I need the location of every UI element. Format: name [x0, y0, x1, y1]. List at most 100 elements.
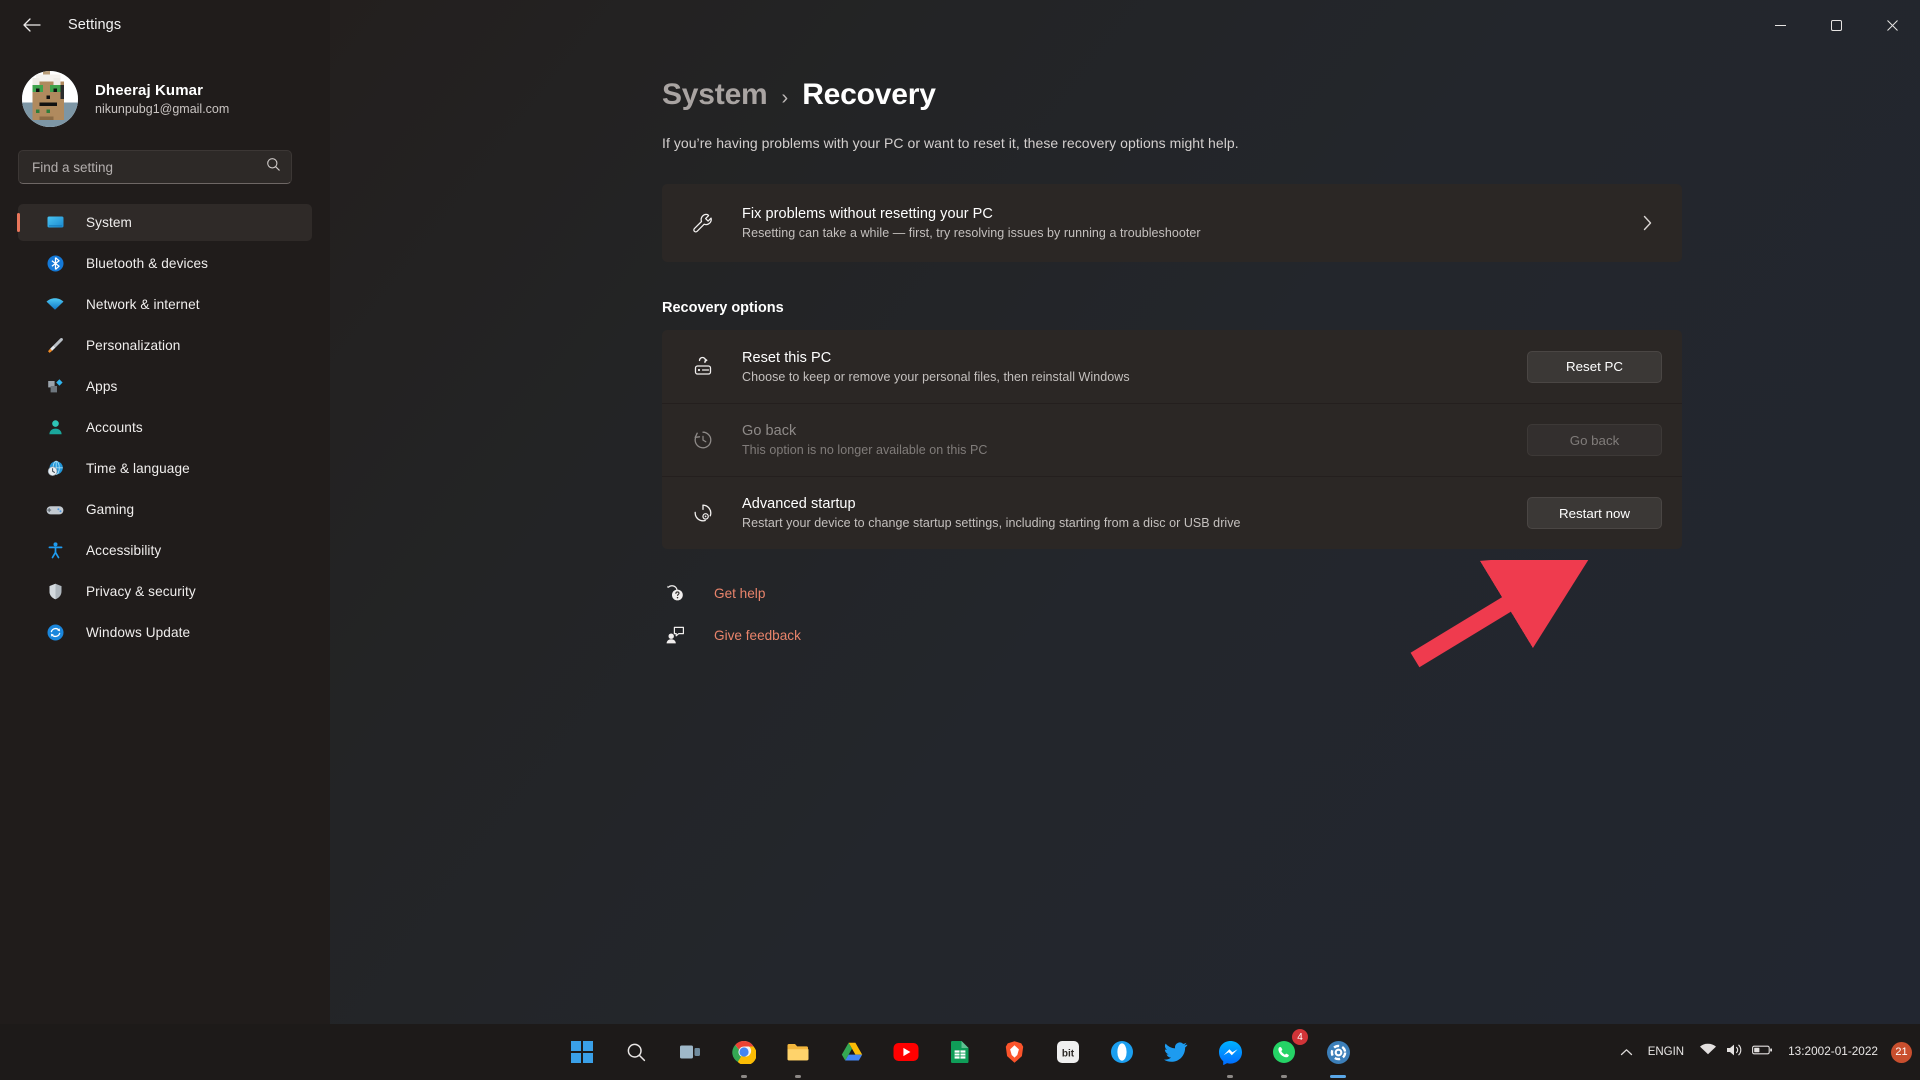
- minimize-button[interactable]: [1752, 0, 1808, 50]
- notification-badge[interactable]: 21: [1891, 1042, 1912, 1063]
- twitter-button[interactable]: [1154, 1030, 1198, 1074]
- update-icon: [44, 622, 66, 644]
- start-button[interactable]: [560, 1030, 604, 1074]
- maximize-button[interactable]: [1808, 0, 1864, 50]
- bit-app-button[interactable]: bit: [1046, 1030, 1090, 1074]
- sidebar-item-bluetooth-devices[interactable]: Bluetooth & devices: [18, 245, 312, 282]
- advanced-startup-icon: [686, 500, 720, 526]
- sidebar-nav: System Bluetooth & devices: [0, 204, 330, 651]
- help-icon: [662, 583, 688, 603]
- youtube-button[interactable]: [884, 1030, 928, 1074]
- breadcrumb-separator: ›: [782, 87, 789, 110]
- profile-name: Dheeraj Kumar: [95, 82, 229, 99]
- brave-browser-button[interactable]: [992, 1030, 1036, 1074]
- google-chrome-button[interactable]: [722, 1030, 766, 1074]
- sidebar-item-windows-update[interactable]: Windows Update: [18, 614, 312, 651]
- recovery-options-group: Reset this PC Choose to keep or remove y…: [330, 330, 1920, 549]
- sidebar-item-label: Bluetooth & devices: [86, 256, 208, 271]
- sidebar-item-apps[interactable]: Apps: [18, 368, 312, 405]
- option-title: Reset this PC: [742, 350, 1527, 366]
- profile-email: nikunpubg1@gmail.com: [95, 102, 229, 116]
- sidebar-item-label: System: [86, 215, 132, 230]
- restart-now-button[interactable]: Restart now: [1527, 497, 1662, 529]
- chevron-up-icon[interactable]: [1613, 1032, 1640, 1072]
- monitor-icon: [44, 212, 66, 234]
- option-row-advanced-startup: Advanced startup Restart your device to …: [662, 476, 1682, 549]
- battery-tray-icon: [1752, 1043, 1773, 1061]
- sidebar-item-personalization[interactable]: Personalization: [18, 327, 312, 364]
- get-help-link[interactable]: Get help: [662, 583, 1920, 603]
- option-row-reset-this-pc: Reset this PC Choose to keep or remove y…: [662, 330, 1682, 403]
- page-subtitle: If you’re having problems with your PC o…: [330, 135, 1920, 151]
- sidebar-item-label: Accounts: [86, 420, 143, 435]
- link-label: Give feedback: [714, 628, 801, 643]
- help-links: Get help Give feedback: [330, 583, 1920, 645]
- file-explorer-button[interactable]: [776, 1030, 820, 1074]
- app-title: Settings: [68, 17, 121, 33]
- sidebar-item-privacy-security[interactable]: Privacy & security: [18, 573, 312, 610]
- settings-app-button[interactable]: [1316, 1030, 1360, 1074]
- breadcrumb-parent[interactable]: System: [662, 78, 768, 112]
- reset-pc-icon: [686, 354, 720, 380]
- search-icon: [266, 157, 281, 177]
- search-taskbar-button[interactable]: [614, 1030, 658, 1074]
- history-icon: [686, 427, 720, 453]
- sidebar-item-label: Accessibility: [86, 543, 161, 558]
- fix-problems-title: Fix problems without resetting your PC: [742, 206, 1632, 222]
- person-icon: [44, 417, 66, 439]
- sidebar-item-accounts[interactable]: Accounts: [18, 409, 312, 446]
- chevron-right-icon: [1632, 214, 1662, 232]
- svg-text:bit: bit: [1062, 1049, 1075, 1060]
- settings-window: Settings: [0, 0, 1920, 1024]
- clock-globe-icon: [44, 458, 66, 480]
- fix-problems-description: Resetting can take a while — first, try …: [742, 226, 1632, 240]
- task-view-button[interactable]: [668, 1030, 712, 1074]
- google-drive-button[interactable]: [830, 1030, 874, 1074]
- sidebar-item-gaming[interactable]: Gaming: [18, 491, 312, 528]
- sidebar-item-network-internet[interactable]: Network & internet: [18, 286, 312, 323]
- whatsapp-button[interactable]: 4: [1262, 1030, 1306, 1074]
- search-box[interactable]: [18, 150, 292, 184]
- language-indicator[interactable]: ENG IN: [1640, 1032, 1692, 1072]
- sidebar-item-label: Network & internet: [86, 297, 200, 312]
- sidebar-item-time-language[interactable]: Time & language: [18, 450, 312, 487]
- taskbar: bit: [0, 1024, 1920, 1080]
- messenger-button[interactable]: [1208, 1030, 1252, 1074]
- sidebar-item-accessibility[interactable]: Accessibility: [18, 532, 312, 569]
- wrench-icon: [686, 211, 720, 236]
- wifi-tray-icon: [1699, 1043, 1717, 1062]
- sidebar-item-label: Windows Update: [86, 625, 190, 640]
- page-title: Recovery: [802, 78, 936, 112]
- volume-tray-icon: [1726, 1043, 1743, 1062]
- give-feedback-link[interactable]: Give feedback: [662, 625, 1920, 645]
- search-input[interactable]: [32, 160, 266, 175]
- window-controls: [1752, 0, 1920, 50]
- clock-date: 02-01-2022: [1818, 1044, 1878, 1060]
- sidebar-item-label: Personalization: [86, 338, 180, 353]
- taskbar-apps: bit: [560, 1024, 1360, 1080]
- tray-icons-group[interactable]: [1692, 1032, 1780, 1072]
- close-button[interactable]: [1864, 0, 1920, 50]
- user-profile[interactable]: Dheeraj Kumar nikunpubg1@gmail.com: [0, 50, 330, 132]
- bluetooth-icon: [44, 253, 66, 275]
- clock[interactable]: 13:20 02-01-2022: [1780, 1032, 1886, 1072]
- option-row-go-back: Go back This option is no longer availab…: [662, 403, 1682, 476]
- opera-browser-button[interactable]: [1100, 1030, 1144, 1074]
- reset-pc-button[interactable]: Reset PC: [1527, 351, 1662, 383]
- option-title: Advanced startup: [742, 496, 1527, 512]
- paintbrush-icon: [44, 335, 66, 357]
- back-button[interactable]: [10, 8, 52, 42]
- apps-icon: [44, 376, 66, 398]
- fix-problems-card[interactable]: Fix problems without resetting your PC R…: [662, 184, 1682, 262]
- sidebar-item-system[interactable]: System: [18, 204, 312, 241]
- sidebar: Dheeraj Kumar nikunpubg1@gmail.com: [0, 0, 330, 1024]
- language-line1: ENG: [1648, 1046, 1673, 1058]
- shield-icon: [44, 581, 66, 603]
- avatar: [22, 71, 78, 127]
- option-description: This option is no longer available on th…: [742, 443, 1527, 457]
- system-tray: ENG IN: [1613, 1024, 1920, 1080]
- clock-time: 13:20: [1788, 1044, 1818, 1060]
- google-sheets-button[interactable]: [938, 1030, 982, 1074]
- section-title: Recovery options: [330, 300, 1920, 316]
- option-description: Choose to keep or remove your personal f…: [742, 370, 1527, 384]
